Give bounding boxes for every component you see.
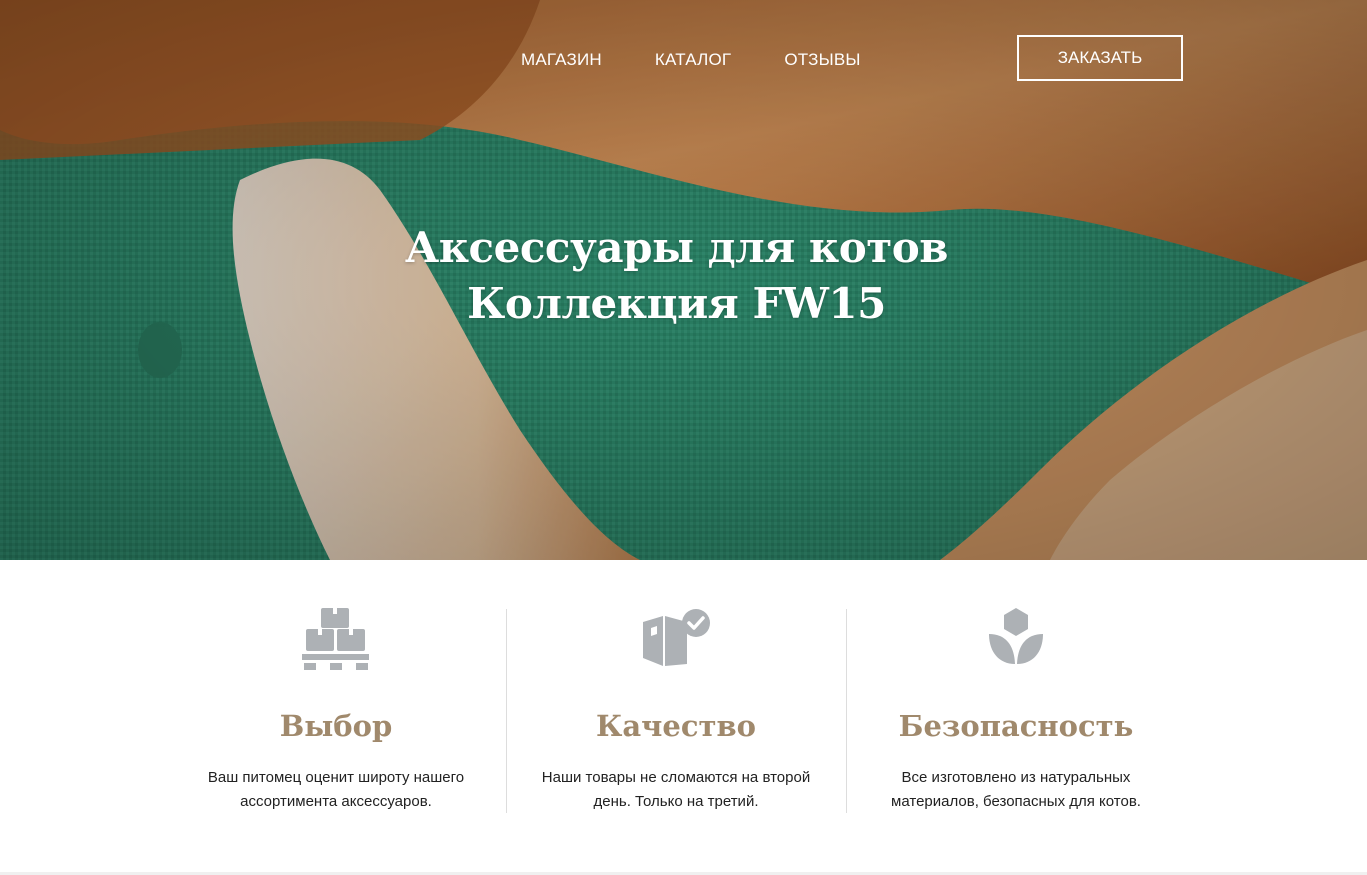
feature-safety: Безопасность Все изготовлено из натураль… — [846, 608, 1186, 813]
feature-title: Выбор — [279, 709, 393, 743]
hero-section: МАГАЗИН КАТАЛОГ ОТЗЫВЫ ЗАКАЗАТЬ Аксессуа… — [0, 0, 1367, 560]
hero-title-line1: Аксессуары для котов — [405, 223, 949, 272]
nav-link-catalog[interactable]: КАТАЛОГ — [655, 50, 731, 70]
feature-description: Наши товары не сломаются на второй день.… — [541, 769, 811, 810]
feature-description: Все изготовлено из натуральных материало… — [891, 769, 1141, 810]
feature-quality: Качество Наши товары не сломаются на вто… — [506, 608, 846, 813]
feature-choice: Выбор Ваш питомец оценит широту нашего а… — [166, 608, 506, 813]
nav-link-shop[interactable]: МАГАЗИН — [521, 50, 602, 70]
main-nav: МАГАЗИН КАТАЛОГ ОТЗЫВЫ — [521, 50, 914, 70]
box-check-icon — [643, 609, 710, 666]
nav-link-reviews[interactable]: ОТЗЫВЫ — [784, 50, 860, 70]
boxes-pallet-icon — [302, 608, 369, 670]
order-button[interactable]: ЗАКАЗАТЬ — [1017, 35, 1183, 81]
hero-title: Аксессуары для котов Коллекция FW15 — [0, 220, 1353, 332]
feature-title: Безопасность — [898, 709, 1134, 743]
feature-description: Ваш питомец оценит широту нашего ассорти… — [207, 769, 465, 810]
feature-title: Качество — [596, 709, 756, 743]
hero-title-line2: Коллекция FW15 — [467, 279, 886, 328]
features-section: Выбор Ваш питомец оценит широту нашего а… — [0, 560, 1367, 875]
lotus-leaf-icon — [989, 608, 1043, 664]
